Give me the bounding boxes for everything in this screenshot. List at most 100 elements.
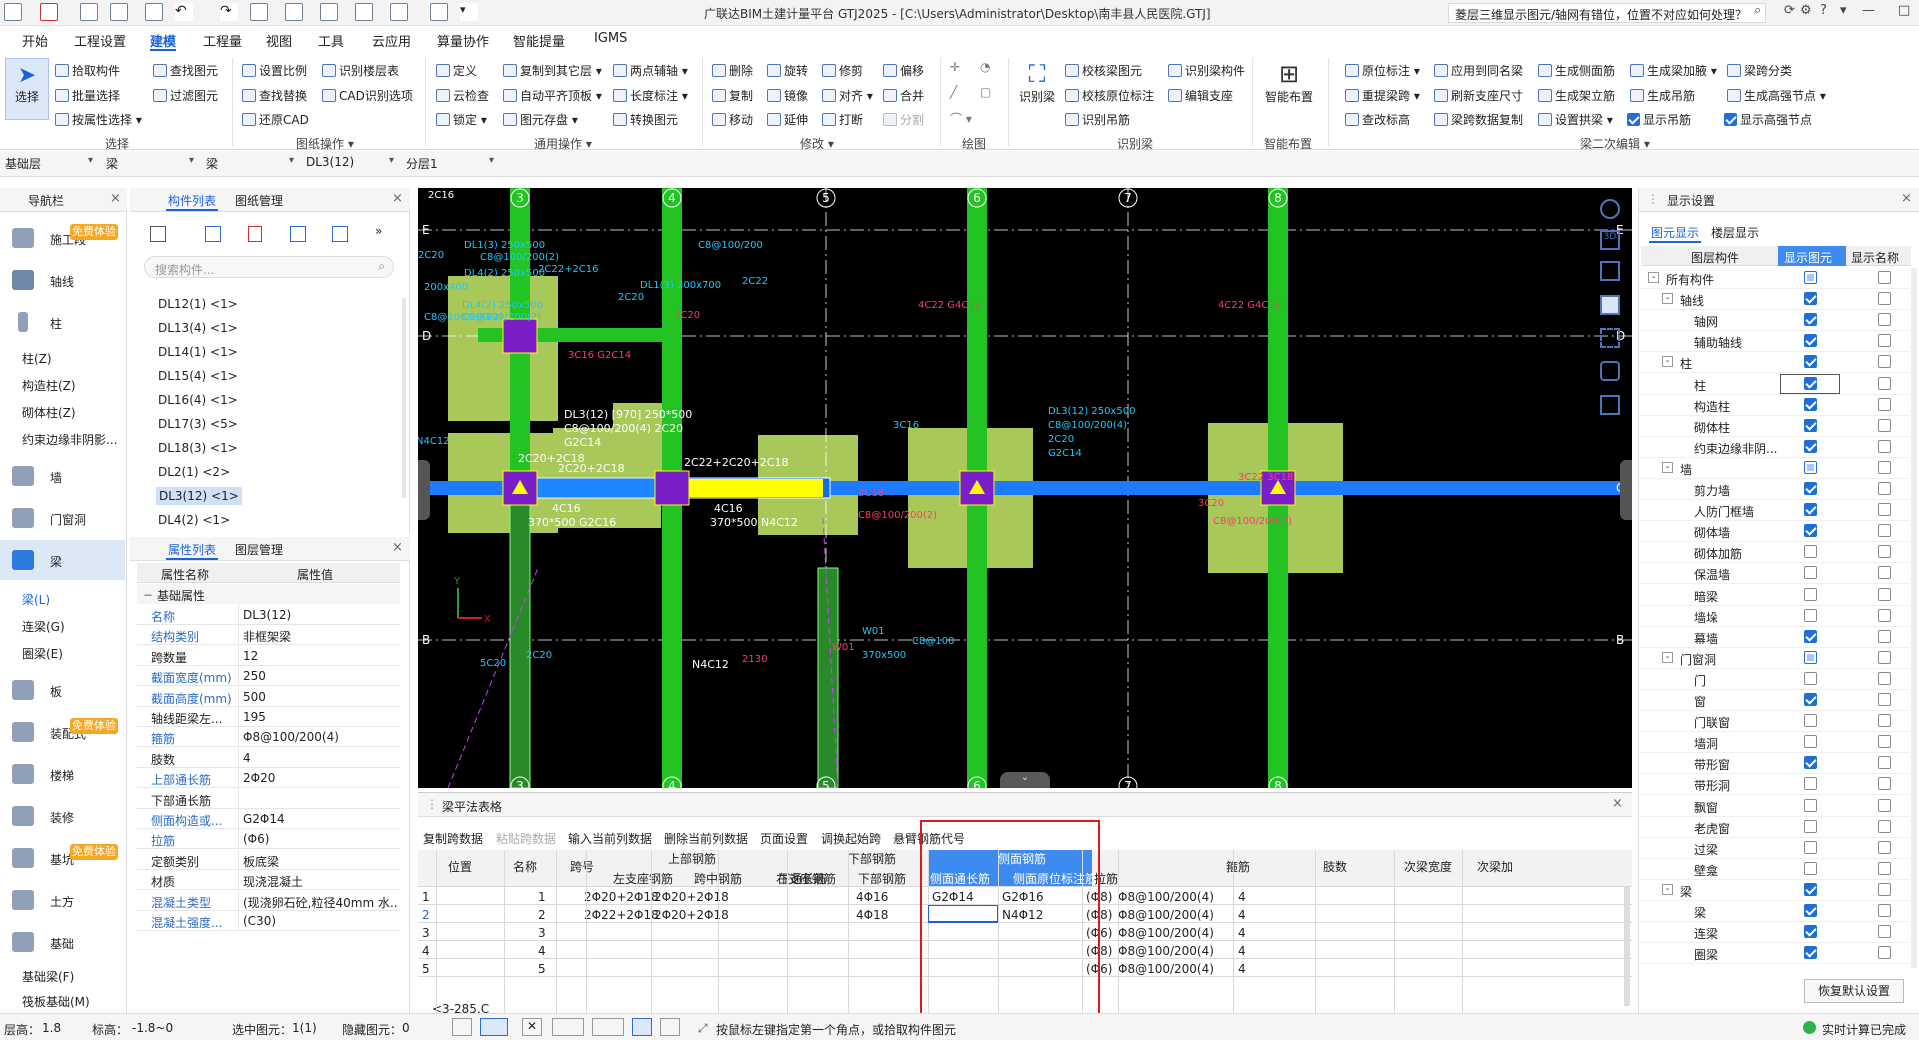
- calc-icon[interactable]: [430, 3, 448, 21]
- component-subtype-select[interactable]: 梁: [203, 155, 298, 173]
- scrollbar[interactable]: [1624, 886, 1630, 1006]
- select-big-button[interactable]: ➤ 选择: [5, 58, 49, 120]
- property-row[interactable]: 轴线距梁左... 195: [137, 707, 400, 727]
- cell-stirrup[interactable]: Φ8@100/200(4): [1118, 926, 1214, 940]
- nav-sub-raft[interactable]: 筏板基础(M): [22, 993, 90, 1010]
- display-row[interactable]: 构造柱: [1640, 395, 1910, 416]
- measure-icon[interactable]: [355, 3, 373, 21]
- component-type-select[interactable]: 梁: [103, 155, 198, 173]
- property-row[interactable]: 拉筋 (Φ6): [137, 829, 400, 850]
- display-row[interactable]: 剪力墙: [1640, 479, 1910, 500]
- display-row[interactable]: 约束边缘非阴...: [1640, 437, 1910, 458]
- left-collapse-handle[interactable]: [418, 460, 430, 520]
- rotate-button[interactable]: 旋转: [767, 62, 808, 79]
- show-element-checkbox[interactable]: [1804, 925, 1817, 939]
- refresh-support-button[interactable]: 刷新支座尺寸: [1434, 87, 1523, 104]
- show-name-checkbox[interactable]: [1878, 503, 1891, 517]
- recognize-beam-comp-button[interactable]: 识别梁构件: [1168, 62, 1245, 79]
- gen-high-node-button[interactable]: 生成高强节点 ▾: [1727, 87, 1826, 104]
- display-row[interactable]: 连梁: [1640, 922, 1910, 944]
- nav-sub-foundation-beam[interactable]: 基础梁(F): [22, 968, 74, 985]
- angle-icon[interactable]: [552, 1018, 584, 1036]
- property-value[interactable]: 板底梁: [238, 849, 398, 869]
- nav-sub-edge-member[interactable]: 约束边缘非阴影...: [22, 431, 117, 448]
- lock-button[interactable]: 锁定 ▾: [436, 111, 487, 128]
- find-replace-button[interactable]: 查找替换: [242, 87, 307, 104]
- component-search-input[interactable]: 搜索构件... ⌕: [144, 256, 394, 278]
- component-item-selected[interactable]: DL3(12) <1>: [156, 487, 242, 505]
- property-value[interactable]: 4: [238, 747, 398, 767]
- property-value[interactable]: (Φ6): [238, 829, 398, 849]
- show-element-checkbox[interactable]: [1804, 946, 1817, 960]
- display-row[interactable]: 梁: [1640, 901, 1910, 922]
- show-name-checkbox[interactable]: [1878, 460, 1891, 474]
- smart-layout-big-button[interactable]: ⊞ 智能布置: [1260, 58, 1318, 120]
- select-by-attr-button[interactable]: 按属性选择 ▾: [55, 111, 142, 128]
- show-element-checkbox[interactable]: [1804, 777, 1817, 791]
- display-row[interactable]: 保温墙: [1640, 563, 1910, 585]
- property-row[interactable]: 混凝土类型 (现浇卵石砼,粒径40mm 水...: [137, 890, 400, 911]
- show-high-node-checkbox[interactable]: 显示高强节点: [1724, 111, 1812, 128]
- cell-legs[interactable]: 4: [1238, 926, 1246, 940]
- show-name-checkbox[interactable]: [1878, 313, 1891, 327]
- show-element-checkbox[interactable]: [1804, 439, 1817, 453]
- display-row[interactable]: 辅助轴线: [1640, 331, 1910, 353]
- nav-sub-constructional-column[interactable]: 构造柱(Z): [22, 377, 76, 394]
- edit-support-button[interactable]: 编辑支座: [1168, 87, 1233, 104]
- cell-legs[interactable]: 4: [1238, 962, 1246, 976]
- display-row[interactable]: 飘窗: [1640, 796, 1910, 817]
- menu-collab[interactable]: 算量协作: [437, 31, 489, 50]
- paste-span-data-button[interactable]: 粘贴跨数据: [496, 830, 556, 847]
- property-value[interactable]: 250: [238, 666, 398, 686]
- display-row[interactable]: 门联窗: [1640, 711, 1910, 733]
- cloud-check-button[interactable]: 云检查: [436, 87, 489, 104]
- view-mode-icon[interactable]: [1600, 295, 1620, 315]
- view-icon[interactable]: [250, 3, 268, 21]
- show-name-checkbox[interactable]: [1878, 756, 1891, 770]
- more-icon[interactable]: »: [375, 224, 382, 238]
- layer-copy-icon[interactable]: [290, 226, 306, 242]
- nav-item-wall[interactable]: 墙: [0, 456, 125, 496]
- scrollbar[interactable]: [1911, 268, 1917, 968]
- draw-point-button[interactable]: ✛: [950, 60, 960, 74]
- show-element-checkbox[interactable]: [1804, 566, 1817, 580]
- cell-stirrup[interactable]: Φ8@100/200(4): [1118, 890, 1214, 904]
- display-row[interactable]: -墙: [1640, 458, 1910, 479]
- nav-item-slab[interactable]: 板: [0, 670, 125, 710]
- menu-tools[interactable]: 工具: [318, 31, 344, 50]
- open-icon[interactable]: [110, 3, 128, 21]
- copy-span-data-button[interactable]: 复制跨数据: [423, 830, 483, 847]
- nav-item-foundation[interactable]: 基础: [0, 922, 125, 962]
- zoom-extents-icon[interactable]: [1600, 328, 1620, 348]
- component-item[interactable]: DL2(1) <2>: [158, 465, 230, 479]
- nav-item-beam[interactable]: 梁: [0, 540, 125, 580]
- split-button[interactable]: 分割: [883, 111, 924, 128]
- ortho-icon[interactable]: [480, 1018, 508, 1036]
- close-icon[interactable]: ×: [1612, 796, 1623, 811]
- show-hanger-checkbox[interactable]: 显示吊筋: [1627, 111, 1691, 128]
- menu-igms[interactable]: IGMS: [594, 31, 627, 46]
- property-value[interactable]: 2Φ20: [238, 768, 398, 788]
- display-row[interactable]: 壁龛: [1640, 859, 1910, 880]
- view2-icon[interactable]: [285, 3, 303, 21]
- 3d-view-icon[interactable]: 3D: [1600, 230, 1620, 250]
- property-row[interactable]: 截面宽度(mm) 250: [137, 666, 400, 687]
- delete-component-icon[interactable]: [248, 226, 262, 242]
- show-name-checkbox[interactable]: [1878, 629, 1891, 643]
- show-element-checkbox[interactable]: [1804, 735, 1817, 749]
- show-name-checkbox[interactable]: [1878, 482, 1891, 495]
- close-icon[interactable]: ×: [110, 191, 121, 206]
- display-row[interactable]: 砌体加筋: [1640, 542, 1910, 564]
- new-file-icon[interactable]: [80, 3, 98, 21]
- display-row[interactable]: 墙垛: [1640, 606, 1910, 627]
- swap-start-span-button[interactable]: 调换起始跨: [821, 830, 881, 847]
- show-element-checkbox[interactable]: [1804, 671, 1817, 685]
- copy-button[interactable]: 复制: [712, 87, 753, 104]
- property-group-row[interactable]: － 基础属性: [137, 584, 400, 604]
- report-icon[interactable]: [390, 3, 408, 21]
- close-icon[interactable]: ×: [392, 191, 403, 206]
- show-name-checkbox[interactable]: [1878, 946, 1891, 960]
- tab-drawing-management[interactable]: 图纸管理: [235, 192, 283, 209]
- cell-bottom-bar[interactable]: 4Φ16: [856, 890, 888, 904]
- cell-left-support[interactable]: 2Φ22+2Φ18: [584, 908, 659, 922]
